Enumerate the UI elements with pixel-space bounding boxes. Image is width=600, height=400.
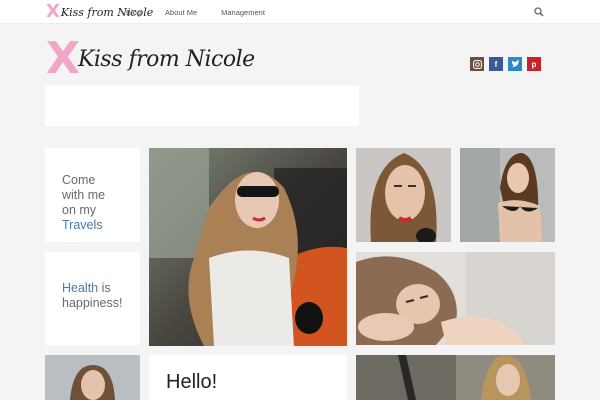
travels-line-2: with me	[62, 188, 106, 202]
portrait-photo-2[interactable]	[460, 148, 555, 242]
hello-card[interactable]: Hello!	[149, 355, 347, 400]
travels-link[interactable]: Travels	[62, 218, 105, 233]
pinterest-icon[interactable]: p	[527, 57, 541, 71]
hello-heading: Hello!	[166, 371, 218, 393]
health-card[interactable]: Health is happiness!	[45, 252, 140, 345]
instagram-icon[interactable]	[470, 57, 484, 71]
main-photo[interactable]	[149, 148, 347, 346]
ad-banner	[45, 85, 359, 126]
logo-x-mark: X	[46, 33, 80, 84]
logo-x-mark: X	[46, 1, 60, 22]
health-link[interactable]: Health	[62, 281, 98, 295]
travels-line-1: Come	[62, 173, 96, 187]
search-icon[interactable]	[534, 7, 544, 17]
health-text-is: is	[101, 281, 111, 295]
top-nav: X Kiss from Nicole Blog About Me Managem…	[0, 0, 600, 24]
wide-photo[interactable]	[356, 252, 555, 345]
bottom-photo-right[interactable]	[356, 355, 555, 400]
nav-links: Blog About Me Management	[126, 0, 289, 24]
bottom-photo-left[interactable]	[45, 355, 140, 400]
nav-link-management[interactable]: Management	[221, 8, 265, 17]
travels-line-3: on my	[62, 203, 97, 217]
social-icons: f p	[470, 57, 541, 71]
health-text-happiness: happiness!	[62, 296, 123, 310]
portrait-photo-1[interactable]	[356, 148, 451, 242]
travels-card[interactable]: Come with me on my Travels	[45, 148, 140, 242]
twitter-icon[interactable]	[508, 57, 522, 71]
header-logo-text: Kiss from Nicole	[77, 46, 255, 72]
nav-link-about-me[interactable]: About Me	[165, 8, 197, 17]
nav-link-blog[interactable]: Blog	[126, 8, 141, 17]
header-logo[interactable]: X Kiss from Nicole	[46, 36, 255, 82]
facebook-icon[interactable]: f	[489, 57, 503, 71]
